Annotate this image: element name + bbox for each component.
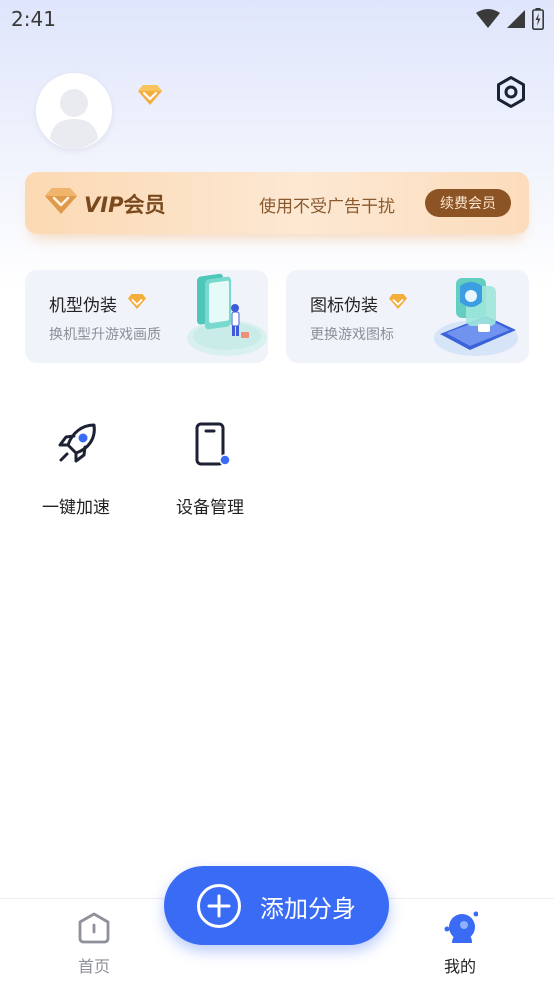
renew-membership-button[interactable]: 续费会员 (425, 189, 511, 217)
tool-label: 一键加速 (42, 498, 110, 518)
phone-model-illustration-icon (187, 273, 267, 356)
cell-signal-icon (507, 10, 525, 28)
nav-home[interactable]: 首页 (54, 907, 134, 983)
screen: 2:41 VIP会员 使用不受广告干扰 续费会员 机型伪装 换机型升游戏画质 图… (0, 0, 554, 984)
app-icon-illustration-icon (434, 278, 518, 356)
add-clone-button[interactable]: 添加分身 (164, 866, 389, 945)
home-hexagon-icon (78, 912, 110, 944)
fab-label: 添加分身 (260, 895, 356, 923)
vip-diamond-icon (138, 85, 162, 105)
card-title: 机型伪装 (49, 296, 117, 316)
nav-mine[interactable]: 我的 (420, 907, 500, 983)
nav-label: 我的 (443, 957, 476, 976)
plus-circle-icon (197, 884, 241, 928)
vip-word: VIP (84, 193, 124, 217)
vip-slogan: 使用不受广告干扰 (259, 197, 395, 217)
tool-label: 设备管理 (176, 498, 244, 518)
battery-icon (532, 8, 544, 30)
card-title: 图标伪装 (310, 296, 378, 316)
default-user-avatar-icon (36, 73, 112, 149)
status-time: 2:41 (11, 7, 56, 31)
card-subtitle: 更换游戏图标 (310, 327, 394, 343)
avatar[interactable] (36, 73, 112, 149)
settings-icon[interactable] (494, 75, 528, 109)
rocket-icon (58, 423, 96, 463)
tool-one-click-accelerate[interactable]: 一键加速 (26, 415, 126, 525)
status-icons (476, 8, 544, 30)
vip-title: VIP会员 (84, 189, 165, 219)
vip-banner-diamond-icon (45, 188, 77, 214)
tool-device-management[interactable]: 设备管理 (160, 415, 260, 525)
nav-label: 首页 (77, 957, 110, 976)
card-subtitle: 换机型升游戏画质 (49, 327, 161, 343)
status-bar: 2:41 (0, 0, 554, 40)
card-model-disguise[interactable]: 机型伪装 换机型升游戏画质 (25, 270, 268, 363)
vip-diamond-icon (389, 294, 407, 309)
vip-member-word: 会员 (123, 193, 166, 217)
card-icon-disguise[interactable]: 图标伪装 更换游戏图标 (286, 270, 529, 363)
wifi-icon (476, 9, 500, 28)
profile-user-icon (444, 911, 478, 943)
vip-diamond-icon (128, 294, 146, 309)
phone-device-icon (195, 422, 231, 466)
